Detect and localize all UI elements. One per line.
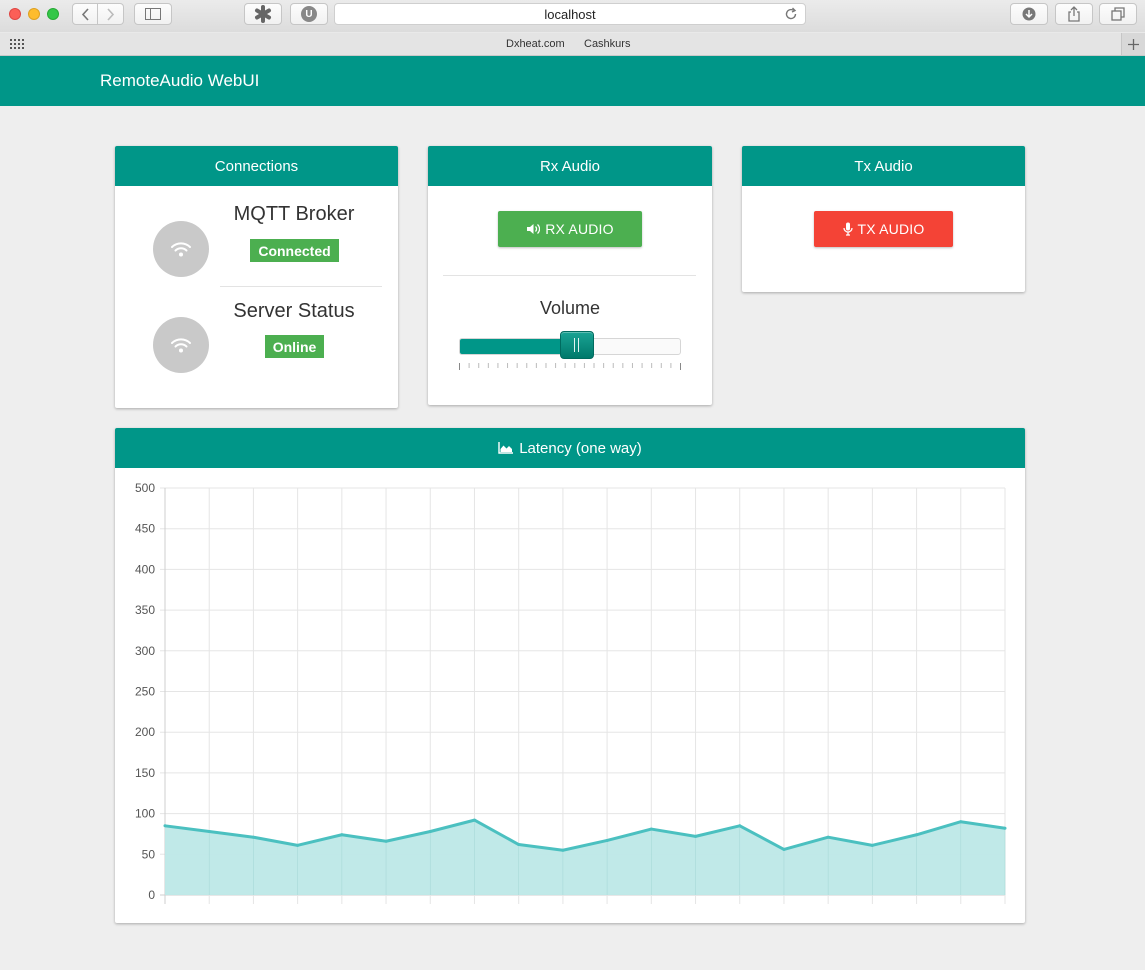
latency-point — [826, 835, 830, 839]
connections-card: Connections MQTT Broker Connected Server… — [115, 146, 398, 408]
connections-card-header: Connections — [115, 146, 398, 186]
close-window-button[interactable] — [9, 8, 21, 20]
browser-toolbar: U localhost — [0, 0, 1145, 32]
y-tick-label: 400 — [135, 562, 155, 576]
volume-slider-ticks — [459, 363, 681, 370]
downloads-button[interactable] — [1010, 3, 1048, 25]
mqtt-broker-label: MQTT Broker — [233, 203, 355, 225]
new-tab-button[interactable] — [1121, 33, 1145, 55]
y-tick-label: 450 — [135, 522, 155, 536]
rx-audio-button-label: RX AUDIO — [545, 221, 614, 237]
ublock-extension-button[interactable]: U — [290, 3, 328, 25]
tx-audio-card: Tx Audio TX AUDIO — [742, 146, 1025, 292]
latency-point — [296, 843, 300, 847]
latency-card: Latency (one way) 0 50 100 150 200 250 300 350 4… — [115, 428, 1025, 923]
latency-point — [915, 833, 919, 837]
latency-point — [384, 839, 388, 843]
latency-point — [1003, 826, 1007, 830]
chevron-right-icon — [107, 7, 115, 21]
ublock-icon: U — [301, 6, 317, 22]
server-status-badge: Online — [265, 335, 324, 358]
microphone-icon — [842, 222, 853, 236]
latency-point — [694, 834, 698, 838]
bookmark-dxheat[interactable]: Dxheat.com — [506, 38, 565, 50]
tx-audio-button[interactable]: TX AUDIO — [814, 211, 953, 247]
y-tick-label: 100 — [135, 807, 155, 821]
latency-point — [561, 848, 565, 852]
y-tick-label: 300 — [135, 644, 155, 658]
speaker-icon — [527, 224, 541, 234]
mqtt-status-indicator — [153, 221, 209, 277]
latency-point — [251, 835, 255, 839]
y-tick-label: 50 — [142, 847, 156, 861]
latency-point — [782, 847, 786, 851]
rx-audio-card: Rx Audio RX AUDIO Volume — [428, 146, 712, 405]
address-bar[interactable]: localhost — [334, 3, 806, 25]
latency-chart: 0 50 100 150 200 250 300 350 400 450 500 — [135, 481, 1007, 904]
tx-audio-button-label: TX AUDIO — [857, 221, 925, 237]
latency-point — [738, 824, 742, 828]
y-tick-label: 350 — [135, 603, 155, 617]
wifi-icon — [171, 242, 191, 257]
bookmark-cashkurs[interactable]: Cashkurs — [584, 38, 630, 50]
address-bar-text: localhost — [544, 6, 596, 22]
back-button[interactable] — [72, 3, 98, 25]
latency-point — [207, 830, 211, 834]
sidebar-icon — [145, 8, 161, 20]
rx-audio-card-header: Rx Audio — [428, 146, 712, 186]
tx-audio-title: Tx Audio — [854, 157, 913, 175]
bookmarks-bar: Dxheat.com Cashkurs — [0, 33, 1145, 55]
y-tick-label: 250 — [135, 685, 155, 699]
volume-label: Volume — [539, 298, 601, 318]
wifi-icon — [171, 338, 191, 353]
zoom-window-button[interactable] — [47, 8, 59, 20]
latency-point — [163, 824, 167, 828]
sidebar-toggle-button[interactable] — [134, 3, 172, 25]
top-sites-grid-icon[interactable] — [10, 39, 26, 49]
mqtt-status-badge: Connected — [250, 239, 339, 262]
asterisk-icon — [255, 5, 271, 23]
rx-audio-title: Rx Audio — [539, 157, 601, 175]
app-title[interactable]: RemoteAudio WebUI — [100, 71, 259, 91]
latency-point — [428, 830, 432, 834]
latency-point — [649, 827, 653, 831]
latency-card-header: Latency (one way) — [115, 428, 1025, 468]
latency-area — [165, 820, 1005, 895]
app-header: RemoteAudio WebUI — [0, 56, 1145, 106]
connections-divider — [220, 286, 382, 287]
y-tick-label: 150 — [135, 766, 155, 780]
latency-title: Latency (one way) — [519, 439, 642, 457]
tabs-icon — [1111, 7, 1125, 21]
connections-title: Connections — [214, 157, 299, 175]
server-status-label: Server Status — [233, 300, 355, 322]
plus-icon — [1128, 38, 1139, 50]
extension-button[interactable] — [244, 3, 282, 25]
latency-point — [340, 833, 344, 837]
latency-point — [605, 838, 609, 842]
reload-icon[interactable] — [784, 7, 798, 21]
tx-audio-card-header: Tx Audio — [742, 146, 1025, 186]
latency-point — [517, 843, 521, 847]
area-chart-icon — [498, 442, 514, 454]
volume-slider-handle[interactable] — [559, 331, 594, 359]
y-tick-label: 500 — [135, 481, 155, 495]
share-button[interactable] — [1055, 3, 1093, 25]
chevron-left-icon — [81, 7, 89, 21]
rx-audio-button[interactable]: RX AUDIO — [498, 211, 642, 247]
latency-point — [870, 843, 874, 847]
share-icon — [1068, 6, 1080, 22]
y-tick-label: 0 — [148, 888, 155, 902]
forward-button[interactable] — [98, 3, 124, 25]
download-icon — [1022, 7, 1036, 21]
minimize-window-button[interactable] — [28, 8, 40, 20]
y-tick-label: 200 — [135, 725, 155, 739]
server-status-indicator — [153, 317, 209, 373]
latency-point — [959, 820, 963, 824]
browser-chrome: U localhost Dxheat.com Cashkurs — [0, 0, 1145, 56]
rx-divider — [443, 275, 696, 276]
latency-point — [472, 818, 476, 822]
tabs-overview-button[interactable] — [1099, 3, 1137, 25]
